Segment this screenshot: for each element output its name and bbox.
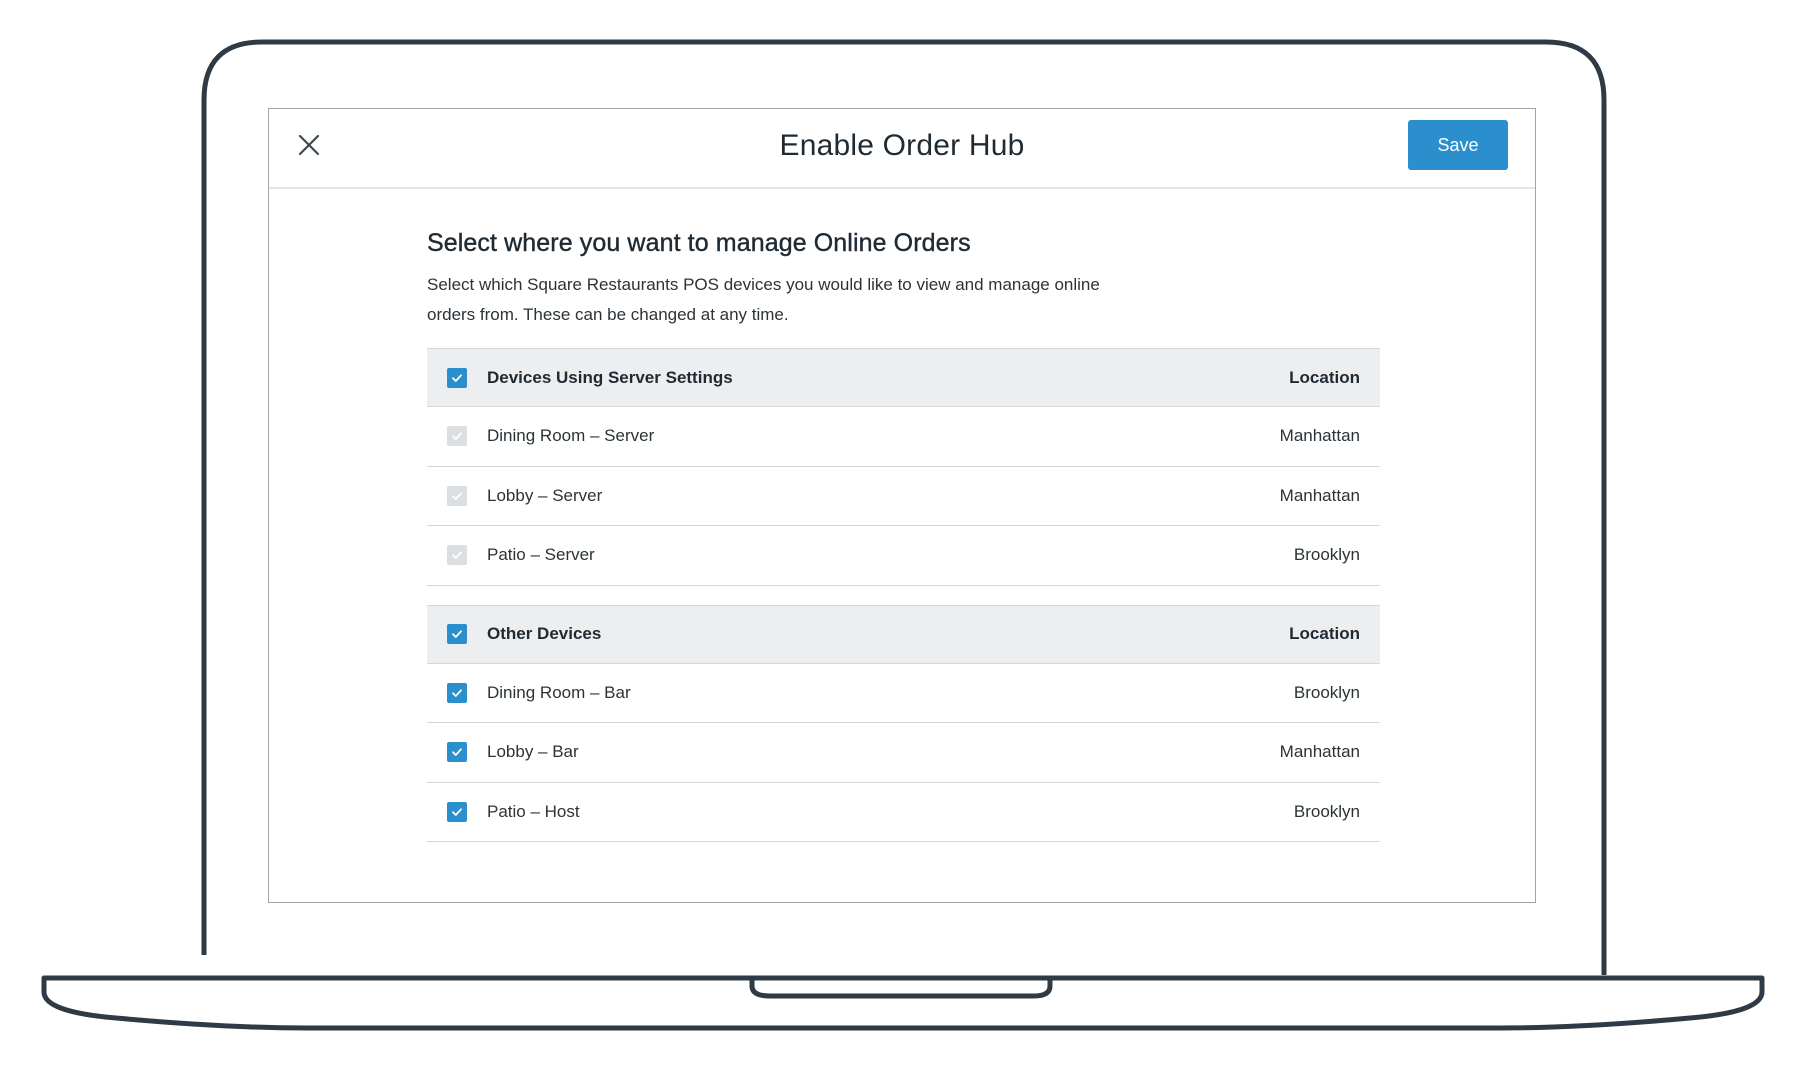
device-location: Manhattan bbox=[1279, 485, 1360, 505]
device-checkbox[interactable] bbox=[447, 742, 467, 763]
dialog-content: Select where you want to manage Online O… bbox=[427, 229, 1380, 842]
device-row: Patio – Server Brooklyn bbox=[427, 526, 1380, 586]
section-description: Select which Square Restaurants POS devi… bbox=[427, 275, 1100, 324]
group-header: Devices Using Server Settings Location bbox=[427, 348, 1380, 407]
device-location: Manhattan bbox=[1279, 426, 1360, 446]
group-title: Other Devices bbox=[487, 624, 602, 643]
device-row: Dining Room – Bar Brooklyn bbox=[427, 664, 1380, 723]
device-checkbox[interactable] bbox=[447, 682, 467, 703]
checkmark-icon bbox=[452, 808, 462, 816]
dialog-header: Enable Order Hub Save bbox=[269, 109, 1535, 189]
enable-order-hub-dialog: Enable Order Hub Save Select where you w… bbox=[268, 108, 1536, 903]
save-button[interactable]: Save bbox=[1408, 120, 1508, 170]
checkmark-icon bbox=[452, 432, 462, 441]
dialog-title: Enable Order Hub bbox=[779, 129, 1025, 162]
group-title: Devices Using Server Settings bbox=[487, 367, 733, 387]
laptop-illustration: Enable Order Hub Save Select where you w… bbox=[0, 0, 1806, 1081]
checkmark-icon bbox=[452, 748, 462, 757]
device-row: Patio – Host Brooklyn bbox=[427, 783, 1380, 842]
checkmark-icon bbox=[452, 551, 462, 560]
device-group: Other Devices Location Dining Room – Bar Br… bbox=[427, 604, 1380, 842]
device-checkbox[interactable] bbox=[447, 801, 467, 822]
device-row: Lobby – Server Manhattan bbox=[427, 467, 1380, 526]
device-name: Patio – Server bbox=[487, 545, 595, 565]
device-checkbox bbox=[447, 545, 467, 566]
section-heading: Select where you want to manage Online O… bbox=[427, 229, 971, 257]
device-name: Dining Room – Bar bbox=[487, 682, 631, 702]
device-name: Dining Room – Server bbox=[487, 426, 655, 446]
location-column-header: Location bbox=[1289, 624, 1360, 643]
device-name: Lobby – Server bbox=[487, 485, 603, 505]
device-group: Devices Using Server Settings Location Din… bbox=[427, 348, 1380, 586]
device-location: Brooklyn bbox=[1293, 682, 1360, 702]
location-column-header: Location bbox=[1289, 367, 1360, 387]
device-location: Manhattan bbox=[1279, 742, 1360, 762]
device-row: Lobby – Bar Manhattan bbox=[427, 723, 1380, 783]
group-header: Other Devices Location bbox=[427, 604, 1380, 664]
device-location: Brooklyn bbox=[1293, 801, 1360, 821]
device-location: Brooklyn bbox=[1293, 545, 1360, 565]
device-name: Lobby – Bar bbox=[487, 742, 579, 762]
group-select-all-checkbox[interactable] bbox=[447, 367, 467, 388]
device-checkbox bbox=[447, 485, 467, 506]
device-checkbox bbox=[447, 426, 467, 447]
checkmark-icon bbox=[452, 492, 462, 500]
device-table: Devices Using Server Settings Location Din… bbox=[427, 348, 1380, 842]
device-name: Patio – Host bbox=[487, 801, 580, 821]
group-select-all-checkbox[interactable] bbox=[447, 624, 467, 644]
checkmark-icon bbox=[452, 373, 462, 382]
device-row: Dining Room – Server Manhattan bbox=[427, 407, 1380, 467]
checkmark-icon bbox=[452, 689, 462, 697]
checkmark-icon bbox=[452, 630, 462, 638]
